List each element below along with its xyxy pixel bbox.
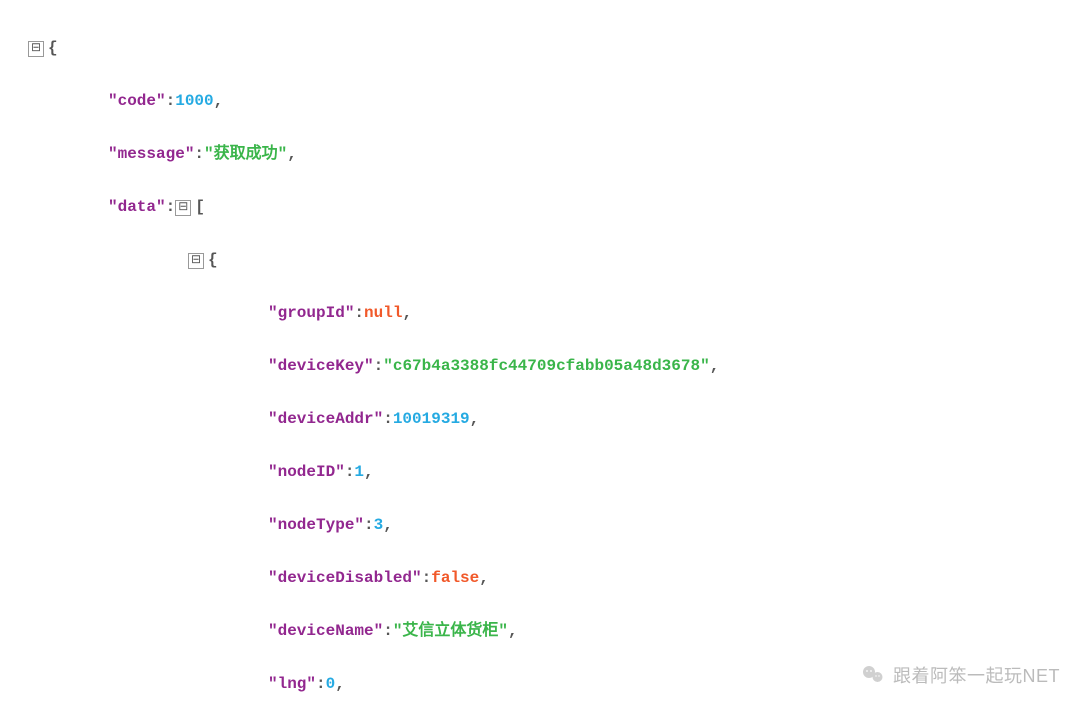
kv-nodeType: "nodeType":3,	[28, 512, 1080, 539]
collapse-icon[interactable]: ⊟	[175, 200, 191, 216]
root-open: ⊟{	[28, 35, 1080, 62]
kv-nodeID: "nodeID":1,	[28, 459, 1080, 486]
item-open: ⊟{	[28, 247, 1080, 274]
wechat-icon	[861, 663, 885, 687]
kv-groupId: "groupId":null,	[28, 300, 1080, 327]
kv-deviceDisabled: "deviceDisabled":false,	[28, 565, 1080, 592]
collapse-icon[interactable]: ⊟	[28, 41, 44, 57]
collapse-icon[interactable]: ⊟	[188, 253, 204, 269]
kv-message: "message":"获取成功",	[28, 141, 1080, 168]
json-viewer: ⊟{ "code":1000, "message":"获取成功", "data"…	[0, 0, 1080, 716]
kv-deviceKey: "deviceKey":"c67b4a3388fc44709cfabb05a48…	[28, 353, 1080, 380]
kv-deviceName: "deviceName":"艾信立体货柜",	[28, 618, 1080, 645]
watermark-text: 跟着阿笨一起玩NET	[893, 662, 1060, 688]
watermark: 跟着阿笨一起玩NET	[861, 662, 1060, 688]
kv-deviceAddr: "deviceAddr":10019319,	[28, 406, 1080, 433]
kv-code: "code":1000,	[28, 88, 1080, 115]
kv-data: "data":⊟[	[28, 194, 1080, 221]
